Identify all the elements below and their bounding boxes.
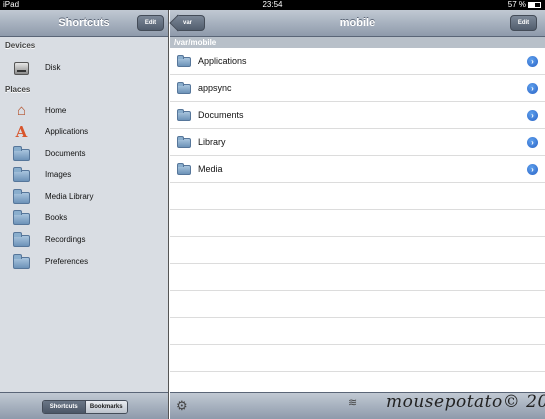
wifi-icon[interactable]: ≋ bbox=[348, 396, 357, 409]
sidebar-item-label: Recordings bbox=[45, 235, 86, 244]
sidebar-item-preferences[interactable]: Preferences bbox=[0, 252, 168, 272]
sidebar-item-applications[interactable]: A Applications bbox=[0, 122, 168, 142]
folder-icon bbox=[177, 136, 191, 148]
list-item-label: Documents bbox=[198, 110, 244, 120]
folder-icon bbox=[13, 232, 30, 248]
main-title: mobile bbox=[339, 17, 376, 29]
folder-icon bbox=[13, 254, 30, 270]
sidebar-item-label: Media Library bbox=[45, 192, 94, 201]
main-pane: var mobile Edit /var/mobile Applications… bbox=[170, 10, 545, 419]
tab-bookmarks[interactable]: Bookmarks bbox=[84, 401, 127, 413]
list-item-label: Applications bbox=[198, 56, 247, 66]
list-item[interactable]: appsync › bbox=[170, 75, 545, 102]
empty-row bbox=[170, 237, 545, 264]
path-bar: /var/mobile bbox=[170, 37, 545, 48]
sidebar-item-label: Preferences bbox=[45, 257, 89, 266]
detail-disclosure-icon[interactable]: › bbox=[527, 137, 538, 148]
folder-icon bbox=[13, 167, 30, 183]
list-item[interactable]: Documents › bbox=[170, 102, 545, 129]
clock: 23:54 bbox=[262, 0, 283, 9]
list-item-label: Media bbox=[198, 164, 223, 174]
battery-percent: 57 % bbox=[507, 0, 526, 9]
gear-icon[interactable]: ⚙ bbox=[176, 398, 188, 414]
folder-icon bbox=[177, 55, 191, 67]
sidebar-item-label: Disk bbox=[45, 63, 61, 72]
sidebar-item-recordings[interactable]: Recordings bbox=[0, 230, 168, 250]
empty-row bbox=[170, 183, 545, 210]
list-item-label: appsync bbox=[198, 83, 232, 93]
sidebar-item-label: Images bbox=[45, 170, 72, 179]
main-navbar: var mobile Edit bbox=[170, 10, 545, 37]
sidebar-navbar: Shortcuts Edit bbox=[0, 10, 168, 37]
sidebar-item-label: Applications bbox=[45, 127, 89, 136]
empty-row bbox=[170, 318, 545, 345]
watermark: mousepotato© 2010 bbox=[386, 392, 545, 412]
battery-fill bbox=[529, 3, 536, 7]
sidebar-toolbar: Shortcuts Bookmarks bbox=[0, 392, 168, 419]
sidebar-item-books[interactable]: Books bbox=[0, 208, 168, 228]
folder-icon bbox=[177, 109, 191, 121]
folder-icon bbox=[177, 163, 191, 175]
battery-status: 57 % bbox=[508, 0, 541, 10]
empty-row bbox=[170, 291, 545, 318]
empty-row bbox=[170, 264, 545, 291]
sidebar-item-images[interactable]: Images bbox=[0, 165, 168, 185]
disk-icon bbox=[13, 60, 30, 76]
sidebar-item-media-library[interactable]: Media Library bbox=[0, 187, 168, 207]
list-item[interactable]: Applications › bbox=[170, 48, 545, 75]
sidebar-item-label: Home bbox=[45, 106, 67, 115]
section-header-places: Places bbox=[5, 85, 31, 94]
list-item-label: Library bbox=[198, 137, 226, 147]
sidebar-item-documents[interactable]: Documents bbox=[0, 144, 168, 164]
section-header-devices: Devices bbox=[5, 41, 36, 50]
sidebar-item-label: Documents bbox=[45, 149, 86, 158]
sidebar-edit-button[interactable]: Edit bbox=[137, 15, 164, 31]
tab-shortcuts[interactable]: Shortcuts bbox=[43, 401, 85, 413]
folder-icon bbox=[13, 146, 30, 162]
detail-disclosure-icon[interactable]: › bbox=[527, 56, 538, 67]
detail-disclosure-icon[interactable]: › bbox=[527, 83, 538, 94]
empty-row bbox=[170, 345, 545, 372]
folder-icon bbox=[13, 210, 30, 226]
sidebar-item-disk[interactable]: Disk bbox=[0, 58, 168, 78]
empty-row bbox=[170, 210, 545, 237]
battery-icon bbox=[528, 2, 541, 8]
list-item[interactable]: Media › bbox=[170, 156, 545, 183]
detail-disclosure-icon[interactable]: › bbox=[527, 110, 538, 121]
folder-icon bbox=[13, 189, 30, 205]
folder-icon bbox=[177, 82, 191, 94]
sidebar-item-home[interactable]: ⌂ Home bbox=[0, 101, 168, 121]
sidebar: Shortcuts Edit Devices Disk Places ⌂ Hom… bbox=[0, 10, 169, 419]
sidebar-segmented-control: Shortcuts Bookmarks bbox=[42, 400, 128, 414]
list-item[interactable]: Library › bbox=[170, 129, 545, 156]
detail-disclosure-icon[interactable]: › bbox=[527, 164, 538, 175]
home-icon: ⌂ bbox=[16, 102, 27, 119]
applications-icon: A bbox=[15, 123, 28, 141]
status-bar: iPad 23:54 57 % bbox=[0, 0, 545, 10]
main-edit-button[interactable]: Edit bbox=[510, 15, 537, 31]
sidebar-item-label: Books bbox=[45, 213, 68, 222]
